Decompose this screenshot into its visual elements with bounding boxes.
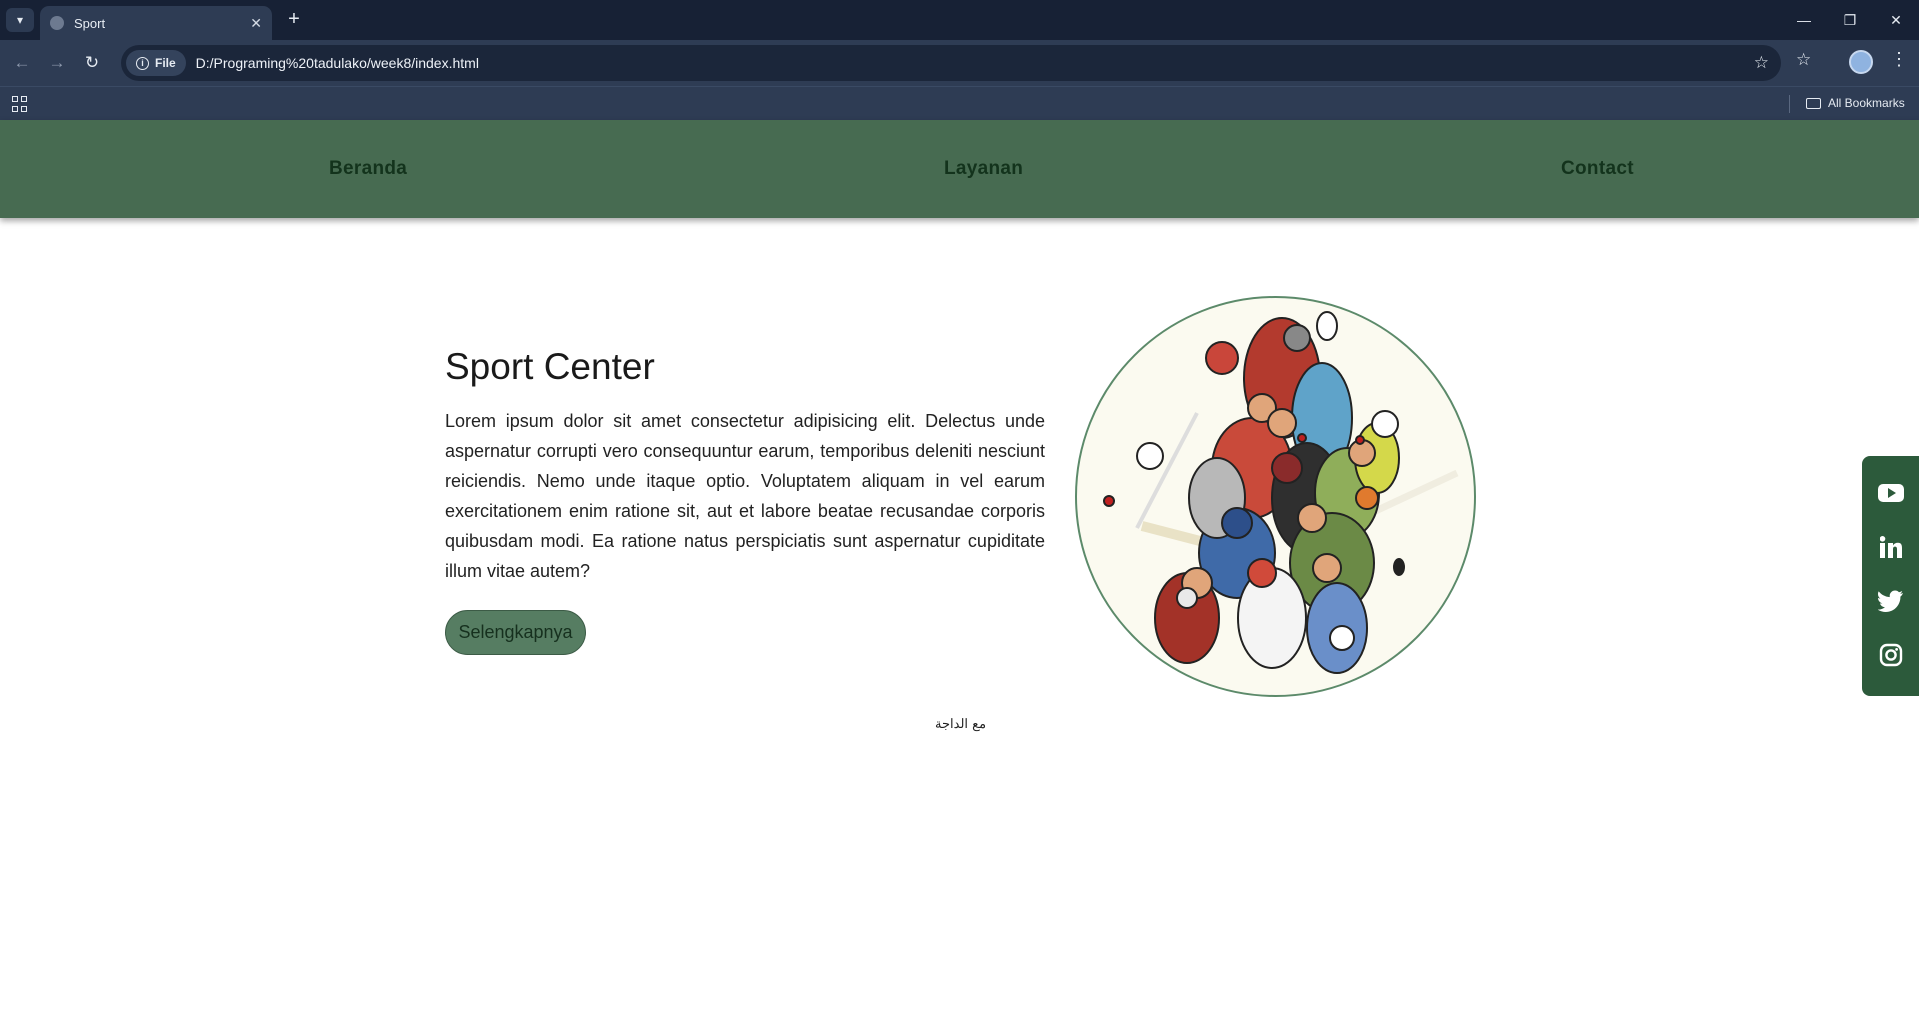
linkedin-svg [1880, 536, 1902, 558]
back-button[interactable]: ← [10, 51, 34, 75]
footer-text: مع الداجة [935, 717, 987, 732]
browser-menu-icon[interactable]: ⋮ [1890, 49, 1908, 70]
bookmark-star-icon[interactable]: ☆ [1754, 53, 1769, 73]
reload-button[interactable]: ↻ [80, 51, 104, 75]
bookmarks-bar: All Bookmarks [0, 86, 1919, 120]
read-more-button[interactable]: Selengkapnya [445, 610, 586, 655]
bookmarks-manager-icon[interactable]: ☆ [1796, 50, 1811, 70]
restore-button[interactable]: ❐ [1827, 0, 1873, 40]
nav-link-layanan[interactable]: Layanan [944, 158, 1023, 180]
apps-grid-icon[interactable] [12, 96, 28, 112]
profile-avatar[interactable] [1849, 50, 1873, 74]
site-navbar: Beranda Layanan Contact [0, 120, 1919, 218]
tab-search-button[interactable]: ▾ [6, 8, 34, 32]
nav-link-contact[interactable]: Contact [1561, 158, 1634, 180]
site-info-chip[interactable]: i File [126, 50, 186, 76]
nav-link-beranda[interactable]: Beranda [329, 158, 407, 180]
tab-title: Sport [74, 15, 106, 31]
minimize-button[interactable]: — [1781, 0, 1827, 40]
illustration-svg [1103, 311, 1459, 674]
folder-icon [1806, 97, 1821, 109]
sports-players-illustration [1075, 296, 1476, 697]
youtube-svg [1878, 484, 1904, 502]
info-icon: i [136, 56, 149, 70]
instagram-icon[interactable] [1878, 642, 1904, 668]
url-text[interactable]: D:/Programing%20tadulako/week8/index.htm… [196, 55, 479, 71]
site-chip-label: File [155, 56, 176, 70]
browser-tab-bar: ▾ Sport ✕ + — ❐ ✕ [0, 0, 1919, 40]
browser-toolbar: ← → ↻ i File D:/Programing%20tadulako/we… [0, 40, 1919, 86]
browser-tab[interactable]: Sport ✕ [40, 6, 272, 40]
window-controls: — ❐ ✕ [1781, 0, 1919, 40]
twitter-icon[interactable] [1878, 588, 1904, 614]
hero-description: Lorem ipsum dolor sit amet consectetur a… [445, 411, 1045, 581]
social-sidebar [1862, 456, 1919, 696]
close-tab-icon[interactable]: ✕ [250, 15, 262, 32]
instagram-svg [1879, 643, 1903, 667]
hero-title: Sport Center [445, 346, 655, 387]
globe-icon [50, 16, 64, 30]
all-bookmarks-button[interactable]: All Bookmarks [1806, 96, 1905, 110]
new-tab-button[interactable]: + [282, 8, 306, 32]
web-page: Beranda Layanan Contact Sport Center Lor… [0, 120, 1919, 1031]
twitter-svg [1878, 590, 1903, 612]
linkedin-icon[interactable] [1878, 534, 1904, 560]
close-window-button[interactable]: ✕ [1873, 0, 1919, 40]
address-bar[interactable]: i File D:/Programing%20tadulako/week8/in… [121, 45, 1781, 81]
forward-button[interactable]: → [45, 51, 69, 75]
bookmarks-divider [1789, 95, 1790, 113]
youtube-icon[interactable] [1878, 480, 1904, 506]
all-bookmarks-label: All Bookmarks [1828, 96, 1905, 110]
